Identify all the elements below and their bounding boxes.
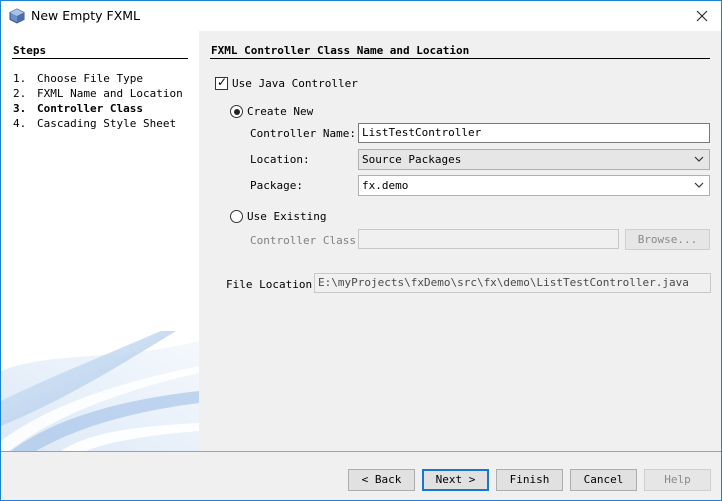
file-location-field[interactable]: E:\myProjects\fxDemo\src\fx\demo\ListTes…: [314, 273, 711, 293]
controller-name-input[interactable]: ListTestController: [358, 123, 710, 143]
location-select[interactable]: Source Packages: [358, 149, 710, 170]
steps-list: 1. Choose File Type 2. FXML Name and Locat…: [13, 71, 183, 131]
decorative-swoosh-graphic: [1, 331, 199, 451]
steps-heading: Steps: [13, 44, 47, 57]
use-java-controller-label[interactable]: Use Java Controller: [232, 77, 358, 91]
window-title: New Empty FXML: [31, 8, 141, 23]
help-button[interactable]: Help: [644, 469, 711, 491]
step-item: 2. FXML Name and Location: [13, 87, 183, 100]
content-panel: FXML Controller Class Name and Location …: [199, 31, 721, 451]
controller-class-label: Controller Class:: [250, 234, 363, 247]
dialog-window: New Empty FXML Steps 1. Choose File Type …: [0, 0, 722, 501]
create-new-label[interactable]: Create New: [247, 105, 313, 119]
use-existing-label[interactable]: Use Existing: [247, 210, 326, 224]
button-bar: < Back Next > Finish Cancel Help: [1, 451, 721, 500]
chevron-down-icon: [694, 182, 704, 188]
title-bar[interactable]: New Empty FXML: [1, 1, 721, 31]
close-button[interactable]: [689, 4, 715, 28]
package-combo[interactable]: fx.demo: [358, 175, 710, 196]
finish-button[interactable]: Finish: [496, 469, 563, 491]
location-label: Location:: [250, 153, 310, 166]
steps-divider: [12, 58, 188, 59]
controller-name-label: Controller Name:: [250, 127, 356, 140]
controller-class-input[interactable]: [358, 229, 619, 249]
next-button[interactable]: Next >: [422, 469, 489, 491]
panel-divider: [210, 58, 710, 59]
create-new-radio[interactable]: [230, 105, 243, 118]
steps-panel: Steps 1. Choose File Type 2. FXML Name and…: [1, 31, 199, 451]
cancel-button[interactable]: Cancel: [570, 469, 637, 491]
browse-button[interactable]: Browse...: [625, 229, 710, 250]
package-label: Package:: [250, 179, 303, 192]
package-combo-value: fx.demo: [362, 179, 409, 192]
step-item-current: 3. Controller Class: [13, 102, 143, 115]
step-item: 4. Cascading Style Sheet: [13, 117, 177, 130]
back-button[interactable]: < Back: [348, 469, 415, 491]
app-cube-icon: [9, 8, 25, 24]
file-location-label: File Location:: [226, 278, 319, 291]
chevron-down-icon: [694, 156, 704, 162]
checkmark-icon: ✓: [217, 75, 228, 89]
panel-title: FXML Controller Class Name and Location: [211, 44, 470, 57]
use-existing-radio[interactable]: [230, 210, 243, 223]
use-java-controller-checkbox[interactable]: ✓: [215, 75, 228, 90]
close-icon: [696, 10, 708, 22]
location-select-value: Source Packages: [362, 153, 462, 166]
step-item: 1. Choose File Type: [13, 72, 143, 85]
